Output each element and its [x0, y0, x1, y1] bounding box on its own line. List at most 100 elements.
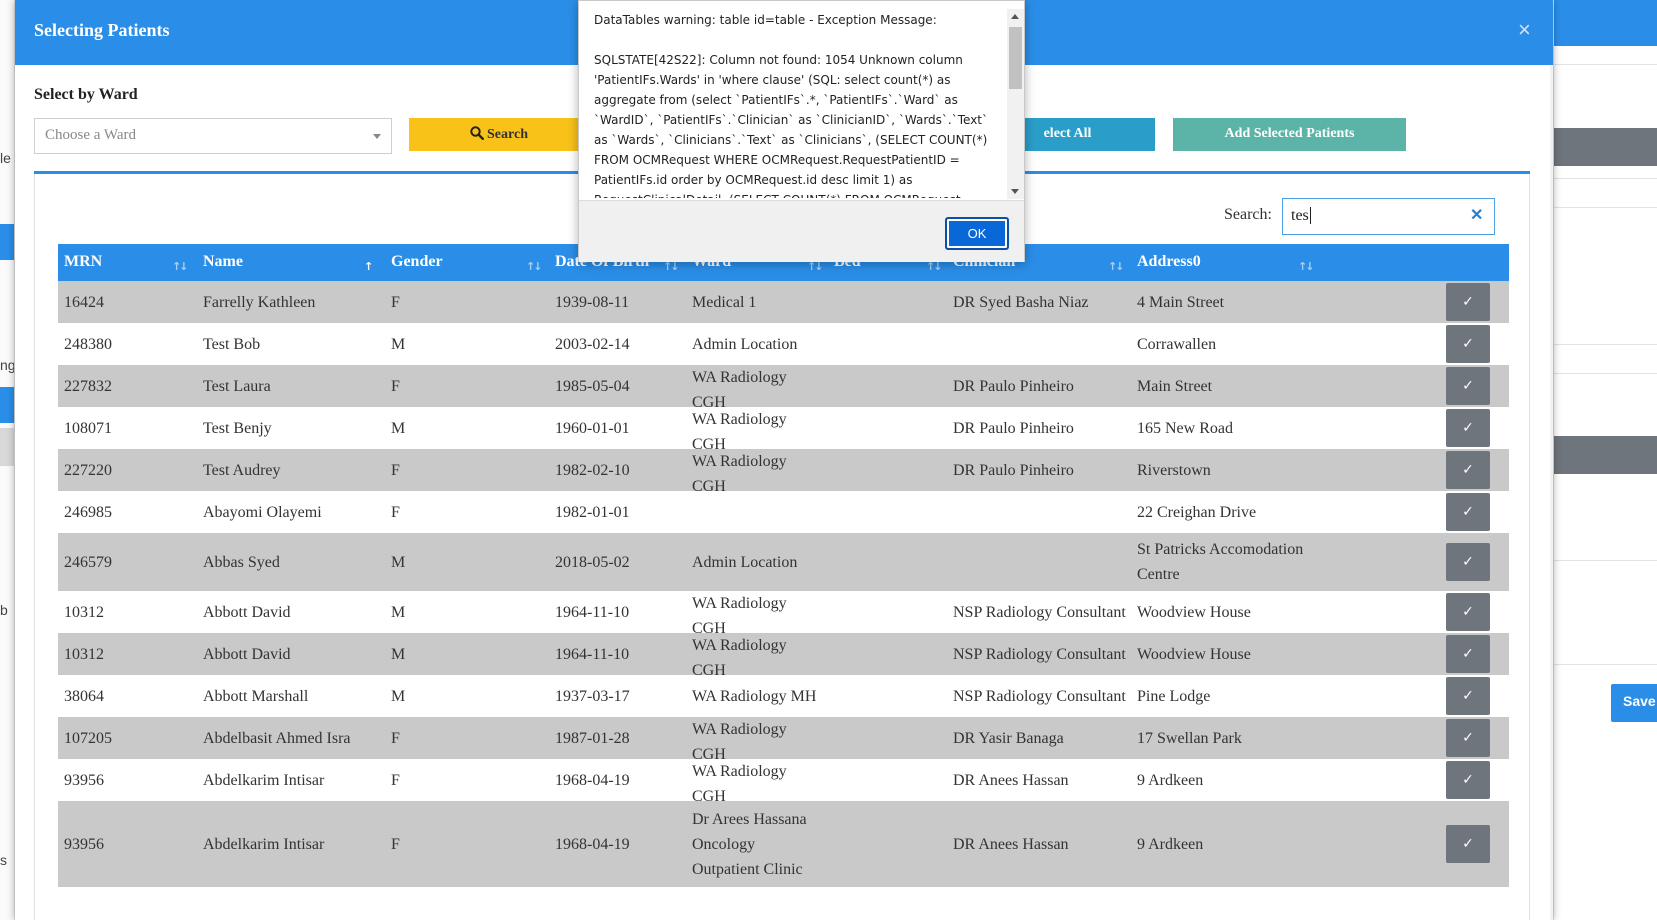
background-text-fragment: b [0, 602, 8, 618]
scroll-up-icon[interactable] [1011, 14, 1019, 19]
cell-gender: F [391, 461, 400, 479]
select-patient-button[interactable]: ✓ [1446, 593, 1490, 631]
select-patient-button[interactable]: ✓ [1446, 367, 1490, 405]
cell-name: Abbott David [203, 603, 291, 621]
background-text-fragment: ng [0, 357, 15, 373]
select-patient-button[interactable]: ✓ [1446, 635, 1490, 673]
cell-clinician: DR Anees Hassan [953, 835, 1069, 853]
sort-asc-icon[interactable]: ↑ [364, 260, 373, 273]
background-blue-block [0, 387, 14, 423]
cell-clinician: DR Syed Basha Niaz [953, 293, 1089, 311]
table-search-input[interactable]: tes [1282, 198, 1495, 235]
cell-address: Woodview House [1137, 603, 1251, 621]
sort-icon[interactable]: ↑↓ [1298, 260, 1315, 273]
background-save-button[interactable]: Save [1611, 684, 1657, 722]
table-row[interactable]: 10312 Abbott David M 1964-11-10 WA Radiology… [58, 633, 1509, 679]
cell-address: Woodview House [1137, 645, 1251, 663]
cell-address: 165 New Road [1137, 419, 1233, 437]
cell-address: Main Street [1137, 377, 1213, 395]
cell-address: St Patricks Accomodation Centre [1137, 541, 1304, 583]
select-patient-button[interactable]: ✓ [1446, 825, 1490, 863]
cell-name: Test Laura [203, 377, 271, 395]
cell-clinician: DR Yasir Banaga [953, 729, 1064, 747]
select-patient-button[interactable]: ✓ [1446, 325, 1490, 363]
cell-gender: F [391, 729, 400, 747]
cell-dob: 1968-04-19 [555, 771, 630, 789]
cell-mrn: 10312 [64, 645, 104, 663]
table-body: 16424 Farrelly Kathleen F 1939-08-11 Medical… [58, 281, 1509, 887]
table-row[interactable]: 16424 Farrelly Kathleen F 1939-08-11 Medical… [58, 281, 1509, 323]
sort-icon[interactable]: ↑↓ [172, 260, 189, 273]
cell-mrn: 108071 [64, 419, 112, 437]
ward-select[interactable]: Choose a Ward [34, 118, 392, 154]
add-selected-patients-button[interactable]: Add Selected Patients [1173, 118, 1406, 151]
select-patient-button[interactable]: ✓ [1446, 543, 1490, 581]
cell-dob: 2003-02-14 [555, 335, 630, 353]
select-patient-button[interactable]: ✓ [1446, 719, 1490, 757]
cell-ward: Medical 1 [692, 293, 757, 311]
background-left-strip: le ng b s [0, 0, 15, 920]
table-row[interactable]: 38064 Abbott Marshall M 1937-03-17 WA Radiol… [58, 675, 1509, 717]
cell-mrn: 246579 [64, 553, 112, 571]
cell-address: 17 Swellan Park [1137, 729, 1242, 747]
cell-gender: M [391, 335, 406, 353]
cell-address: 22 Creighan Drive [1137, 503, 1257, 521]
cell-name: Abdelkarim Intisar [203, 771, 325, 789]
cell-mrn: 93956 [64, 771, 104, 789]
sort-icon[interactable]: ↑↓ [526, 260, 543, 273]
column-header-gender[interactable]: Gender [391, 253, 443, 271]
background-text-fragment: s [0, 852, 7, 868]
clear-search-icon[interactable]: ✕ [1470, 205, 1483, 225]
table-row[interactable]: 246579 Abbas Syed M 2018-05-02 Admin Locatio… [58, 533, 1509, 591]
column-header-address[interactable]: Address0 [1137, 253, 1201, 271]
cell-mrn: 93956 [64, 835, 104, 853]
cell-ward: Dr Arees Hassana Oncology Outpatient Cli… [692, 810, 807, 878]
scroll-down-icon[interactable] [1011, 189, 1019, 194]
cell-name: Abdelbasit Ahmed Isra [203, 729, 351, 747]
cell-mrn: 107205 [64, 729, 112, 747]
alert-scrollbar[interactable] [1007, 9, 1024, 199]
cell-gender: F [391, 835, 400, 853]
column-header-name[interactable]: Name [203, 253, 243, 271]
select-patient-button[interactable]: ✓ [1446, 409, 1490, 447]
cell-clinician: DR Paulo Pinheiro [953, 419, 1074, 437]
cell-dob: 1964-11-10 [555, 603, 630, 621]
search-button[interactable]: Search [409, 118, 589, 151]
table-row[interactable]: 248380 Test Bob M 2003-02-14 Admin Location C… [58, 323, 1509, 365]
table-row[interactable]: 93956 Abdelkarim Intisar F 1968-04-19 WA Rad… [58, 759, 1509, 805]
cell-clinician: NSP Radiology Consultant [953, 687, 1126, 705]
select-patient-button[interactable]: ✓ [1446, 493, 1490, 531]
table-row[interactable]: 93956 Abdelkarim Intisar F 1968-04-19 Dr Are… [58, 801, 1509, 887]
cell-name: Abdelkarim Intisar [203, 835, 325, 853]
modal-scrollbar[interactable] [1550, 65, 1553, 920]
table-row[interactable]: 108071 Test Benjy M 1960-01-01 WA Radiology … [58, 407, 1509, 453]
table-row[interactable]: 107205 Abdelbasit Ahmed Isra F 1987-01-28 WA… [58, 717, 1509, 763]
cell-gender: F [391, 377, 400, 395]
ok-button[interactable]: OK [945, 217, 1009, 250]
sort-icon[interactable]: ↑↓ [1108, 260, 1125, 273]
cell-dob: 1987-01-28 [555, 729, 630, 747]
cell-name: Test Bob [203, 335, 261, 353]
table-row[interactable]: 246985 Abayomi Olayemi F 1982-01-01 22 Creig… [58, 491, 1509, 533]
table-row[interactable]: 10312 Abbott David M 1964-11-10 WA Radiology… [58, 591, 1509, 637]
close-icon[interactable]: × [1518, 19, 1531, 41]
cell-ward: WA Radiology MH [692, 687, 817, 705]
select-patient-button[interactable]: ✓ [1446, 283, 1490, 321]
cell-mrn: 38064 [64, 687, 104, 705]
ward-select-placeholder: Choose a Ward [45, 127, 136, 143]
cell-address: Riverstown [1137, 461, 1211, 479]
cell-address: Pine Lodge [1137, 687, 1211, 705]
column-header-mrn[interactable]: MRN [64, 253, 102, 271]
background-top-bar [1554, 0, 1657, 46]
cell-name: Abbott David [203, 645, 291, 663]
cell-mrn: 246985 [64, 503, 112, 521]
select-patient-button[interactable]: ✓ [1446, 451, 1490, 489]
cell-mrn: 248380 [64, 335, 112, 353]
select-patient-button[interactable]: ✓ [1446, 677, 1490, 715]
select-patient-button[interactable]: ✓ [1446, 761, 1490, 799]
background-blue-block [0, 224, 14, 260]
cell-clinician: NSP Radiology Consultant [953, 603, 1126, 621]
table-row[interactable]: 227220 Test Audrey F 1982-02-10 WA Radiology… [58, 449, 1509, 495]
table-row[interactable]: 227832 Test Laura F 1985-05-04 WA Radiology … [58, 365, 1509, 411]
alert-scrollbar-thumb[interactable] [1009, 27, 1022, 89]
